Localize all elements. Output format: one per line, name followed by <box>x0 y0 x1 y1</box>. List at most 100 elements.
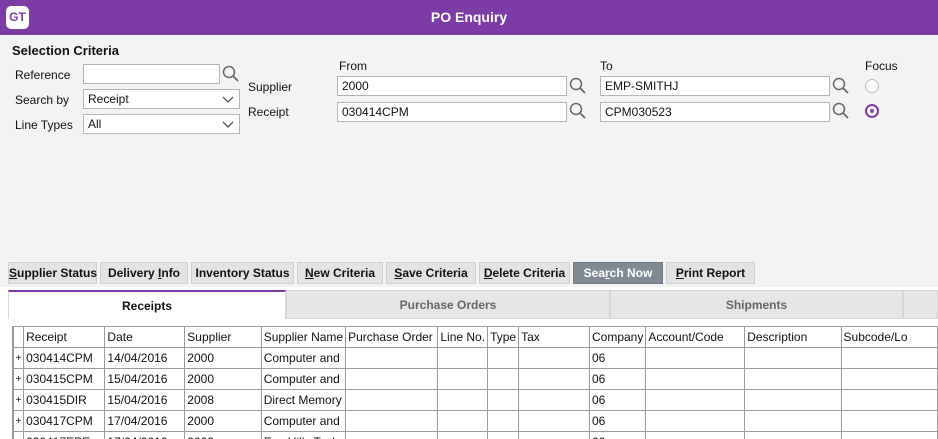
table-row[interactable]: +030417EPE17/04/20162002Eco Hills Tech 06 <box>13 431 938 439</box>
inventory-status-button[interactable]: Inventory Status <box>191 262 294 284</box>
supplier-to-search-icon[interactable] <box>832 77 850 95</box>
table-row[interactable]: +030415CPM 15/04/2016 2000 Computer and 06 <box>13 368 938 390</box>
table-cell <box>437 347 489 369</box>
table-cell: 17/04/2016 <box>104 431 186 439</box>
tab-shipments[interactable]: Shipments <box>610 290 903 319</box>
column-header[interactable]: Type <box>487 326 520 348</box>
table-cell <box>487 368 520 390</box>
column-header[interactable]: Tax <box>518 326 590 348</box>
table-cell: 030415DIR <box>23 389 106 411</box>
table-cell <box>345 368 439 390</box>
table-cell: 06 <box>588 347 647 369</box>
search-by-select[interactable]: Receipt <box>83 89 240 109</box>
table-cell: 06 <box>588 389 647 411</box>
table-cell <box>744 431 842 439</box>
save-criteria-button[interactable]: Save Criteria <box>386 262 476 284</box>
table-cell <box>645 347 746 369</box>
table-cell <box>840 410 938 432</box>
table-cell <box>437 410 489 432</box>
expand-row-icon[interactable]: + <box>13 368 25 390</box>
action-toolbar: Supplier Status Delivery Info Inventory … <box>0 258 938 287</box>
expand-row-icon[interactable]: + <box>13 347 25 369</box>
selection-criteria-heading: Selection Criteria <box>12 43 119 58</box>
table-cell: 2002 <box>184 431 262 439</box>
reference-input[interactable] <box>83 64 220 84</box>
table-cell <box>840 431 938 439</box>
tab-more[interactable] <box>903 290 938 319</box>
search-now-button[interactable]: Search Now <box>573 262 663 284</box>
expand-row-icon[interactable]: + <box>13 410 25 432</box>
table-cell: 030415CPM <box>23 368 106 390</box>
table-row[interactable]: +030414CPM 14/04/2016 2000 Computer and 06 <box>13 347 938 369</box>
table-header-row: Receipt Date Supplier Supplier Name Purchase… <box>13 326 938 348</box>
table-cell: Direct Memory <box>260 389 347 411</box>
table-cell: Computer and <box>260 347 347 369</box>
table-cell <box>487 410 520 432</box>
table-row[interactable]: +030417CPM 17/04/2016 2000 Computer and 06 <box>13 410 938 432</box>
table-cell <box>345 431 439 439</box>
supplier-from-input[interactable]: 2000 <box>337 76 567 96</box>
new-criteria-button[interactable]: New Criteria <box>297 262 383 284</box>
column-header[interactable]: Account/Code <box>645 326 746 348</box>
column-header[interactable]: Date <box>104 326 186 348</box>
supplier-to-input[interactable]: EMP-SMITHJ <box>600 76 830 96</box>
focus-label: Focus <box>865 59 898 73</box>
table-row[interactable]: +030415DIR 15/04/2016 2008 Direct Memory 06 <box>13 389 938 411</box>
delivery-info-button[interactable]: Delivery Info <box>100 262 188 284</box>
table-cell: 15/04/2016 <box>104 389 186 411</box>
window-title: PO Enquiry <box>430 9 508 25</box>
table-cell <box>744 410 842 432</box>
table-cell: 2000 <box>184 368 262 390</box>
table-cell: 030417CPM <box>23 410 106 432</box>
line-types-select[interactable]: All <box>83 114 240 134</box>
table-cell: Eco Hills Tech <box>260 431 347 439</box>
reference-label: Reference <box>15 68 71 82</box>
receipt-focus-radio[interactable] <box>865 104 879 118</box>
table-cell: 17/04/2016 <box>104 410 186 432</box>
title-bar: GT PO Enquiry <box>0 0 938 35</box>
table-cell <box>487 347 520 369</box>
receipt-from-input[interactable]: 030414CPM <box>337 102 567 122</box>
table-cell <box>744 389 842 411</box>
table-cell <box>437 368 489 390</box>
receipt-from-search-icon[interactable] <box>569 102 587 120</box>
table-cell <box>518 347 590 369</box>
expand-row-icon[interactable]: + <box>13 431 25 439</box>
receipts-grid: Receipt Date Supplier Supplier Name Purchase… <box>12 326 938 439</box>
results-tabs: Receipts Purchase Orders Shipments <box>0 287 938 321</box>
receipt-to-search-icon[interactable] <box>832 102 850 120</box>
column-header[interactable]: Subcode/Lo <box>840 326 938 348</box>
table-cell <box>518 389 590 411</box>
to-label: To <box>600 59 613 73</box>
column-header[interactable]: Supplier <box>184 326 262 348</box>
table-cell: 06 <box>588 410 647 432</box>
column-header[interactable]: Purchase Order <box>345 326 439 348</box>
table-cell <box>518 431 590 439</box>
table-cell: Computer and <box>260 368 347 390</box>
column-header[interactable]: Line No. <box>437 326 489 348</box>
tab-purchase-orders[interactable]: Purchase Orders <box>286 290 610 319</box>
table-cell: 2000 <box>184 410 262 432</box>
tab-receipts[interactable]: Receipts <box>8 290 286 319</box>
search-by-value: Receipt <box>88 92 129 106</box>
table-cell: 14/04/2016 <box>104 347 186 369</box>
table-cell <box>645 389 746 411</box>
delete-criteria-button[interactable]: Delete Criteria <box>479 262 570 284</box>
table-cell: Computer and <box>260 410 347 432</box>
supplier-status-button[interactable]: Supplier Status <box>8 262 97 284</box>
supplier-focus-radio[interactable] <box>865 79 879 93</box>
search-by-label: Search by <box>15 93 70 107</box>
table-cell: 2008 <box>184 389 262 411</box>
print-report-button[interactable]: Print Report <box>666 262 755 284</box>
expand-row-icon[interactable]: + <box>13 389 25 411</box>
column-header[interactable]: Company <box>588 326 647 348</box>
supplier-from-search-icon[interactable] <box>569 77 587 95</box>
column-header[interactable]: Receipt <box>23 326 106 348</box>
column-header[interactable]: Supplier Name <box>260 326 347 348</box>
from-label: From <box>339 59 367 73</box>
receipt-to-input[interactable]: CPM030523 <box>600 102 830 122</box>
reference-search-icon[interactable] <box>222 65 240 83</box>
column-header[interactable]: Description <box>744 326 842 348</box>
table-cell <box>437 431 489 439</box>
table-cell <box>744 368 842 390</box>
